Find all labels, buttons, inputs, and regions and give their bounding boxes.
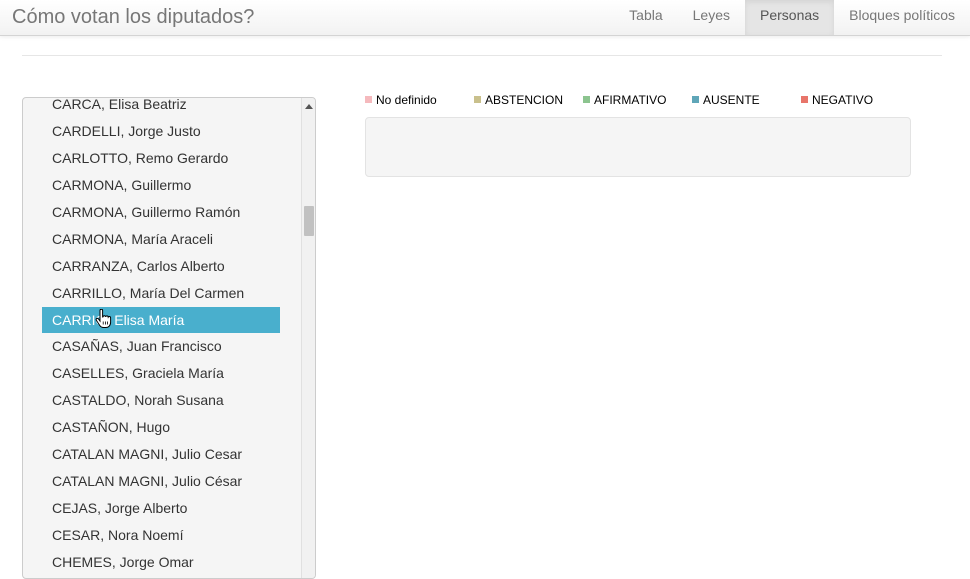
deputy-list-item[interactable]: CARMONA, María Araceli <box>42 226 280 253</box>
deputy-list-item[interactable]: CARRILLO, María Del Carmen <box>42 280 280 307</box>
deputy-list-item[interactable]: CESAR, Nora Noemí <box>42 522 280 549</box>
deputy-list-item[interactable]: CASTALDO, Norah Susana <box>42 387 280 414</box>
deputy-list-item[interactable]: CARDELLI, Jorge Justo <box>42 118 280 145</box>
tab-bloques-politicos[interactable]: Bloques políticos <box>834 0 970 35</box>
app-title[interactable]: Cómo votan los diputados? <box>12 6 254 28</box>
deputy-list-item[interactable]: CHEMES, Jorge Omar <box>42 549 280 576</box>
legend-swatch <box>692 96 699 103</box>
deputy-list-item[interactable]: CATALAN MAGNI, Julio César <box>42 468 280 495</box>
hand-pointer-icon <box>95 309 112 328</box>
deputy-list-item[interactable]: CASTAÑON, Hugo <box>42 414 280 441</box>
tab-tabla[interactable]: Tabla <box>614 0 677 35</box>
tab-leyes[interactable]: Leyes <box>678 0 745 35</box>
deputy-list-item[interactable]: CARCA, Elisa Beatriz <box>42 98 280 118</box>
deputy-list-item[interactable]: CASAÑAS, Juan Francisco <box>42 333 280 360</box>
legend-swatch <box>474 96 481 103</box>
votes-chart-area <box>365 117 911 177</box>
legend-negativo: NEGATIVO <box>801 92 873 108</box>
list-scrollbar[interactable] <box>301 98 315 578</box>
deputy-list-item[interactable]: CARRANZA, Carlos Alberto <box>42 253 280 280</box>
deputies-list[interactable]: CARCA, Elisa Beatriz CARDELLI, Jorge Just… <box>22 97 316 579</box>
deputy-list-item[interactable]: CATALAN MAGNI, Julio Cesar <box>42 441 280 468</box>
tab-personas[interactable]: Personas <box>745 0 835 35</box>
vote-legend: No definido ABSTENCION AFIRMATIVO AUSENT… <box>365 92 925 108</box>
deputy-list-item[interactable]: CARRIÓ, Elisa María <box>42 307 280 333</box>
divider <box>22 55 942 56</box>
deputy-list-item[interactable]: CARMONA, Guillermo Ramón <box>42 199 280 226</box>
legend-no-definido: No definido <box>365 92 437 108</box>
deputy-list-item[interactable]: CASELLES, Graciela María <box>42 360 280 387</box>
deputy-list-item[interactable]: CEJAS, Jorge Alberto <box>42 495 280 522</box>
deputy-list-item[interactable]: CARLOTTO, Remo Gerardo <box>42 145 280 172</box>
scroll-up-arrow-icon[interactable] <box>305 104 313 109</box>
nav-tabs: Tabla Leyes Personas Bloques políticos <box>614 0 970 35</box>
legend-swatch <box>583 96 590 103</box>
legend-ausente: AUSENTE <box>692 92 760 108</box>
legend-afirmativo: AFIRMATIVO <box>583 92 666 108</box>
legend-swatch <box>365 96 372 103</box>
legend-swatch <box>801 96 808 103</box>
scroll-thumb[interactable] <box>304 206 314 236</box>
deputies-list-items: CARCA, Elisa Beatriz CARDELLI, Jorge Just… <box>42 98 280 576</box>
deputy-list-item[interactable]: CARMONA, Guillermo <box>42 172 280 199</box>
navbar: Cómo votan los diputados? Tabla Leyes Pe… <box>0 0 970 36</box>
legend-abstencion: ABSTENCION <box>474 92 563 108</box>
